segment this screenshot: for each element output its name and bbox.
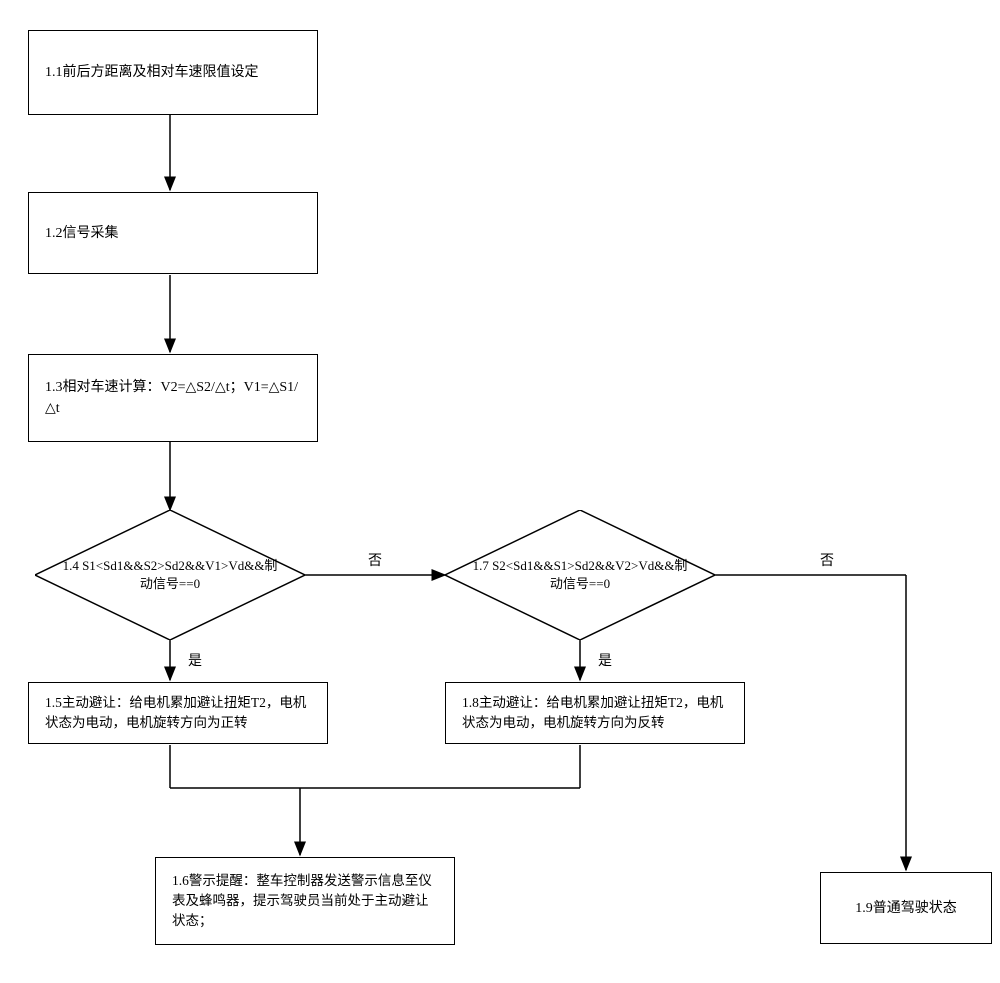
process-1-9: 1.9普通驾驶状态	[820, 872, 992, 944]
flowchart-container: 1.1前后方距离及相对车速限值设定 1.2信号采集 1.3相对车速计算：V2=△…	[0, 0, 1000, 983]
process-1-5: 1.5主动避让：给电机累加避让扭矩T2，电机状态为电动，电机旋转方向为正转	[28, 682, 328, 744]
process-1-6-text: 1.6警示提醒：整车控制器发送警示信息至仪表及蜂鸣器，提示驾驶员当前处于主动避让…	[172, 871, 438, 932]
process-1-5-text: 1.5主动避让：给电机累加避让扭矩T2，电机状态为电动，电机旋转方向为正转	[45, 693, 311, 734]
label-yes-1-4: 是	[188, 650, 202, 670]
process-1-1-text: 1.1前后方距离及相对车速限值设定	[45, 62, 259, 83]
process-1-3: 1.3相对车速计算：V2=△S2/△t；V1=△S1/△t	[28, 354, 318, 442]
connectors	[0, 0, 1000, 983]
decision-1-4-text: 1.4 S1<Sd1&&S2>Sd2&&V1>Vd&&制动信号==0	[62, 557, 278, 593]
process-1-2: 1.2信号采集	[28, 192, 318, 274]
decision-1-4: 1.4 S1<Sd1&&S2>Sd2&&V1>Vd&&制动信号==0	[35, 510, 305, 640]
label-no-1-7: 否	[820, 550, 834, 570]
process-1-8: 1.8主动避让：给电机累加避让扭矩T2，电机状态为电动，电机旋转方向为反转	[445, 682, 745, 744]
label-no-1-4: 否	[368, 550, 382, 570]
process-1-6: 1.6警示提醒：整车控制器发送警示信息至仪表及蜂鸣器，提示驾驶员当前处于主动避让…	[155, 857, 455, 945]
process-1-9-text: 1.9普通驾驶状态	[855, 898, 957, 919]
decision-1-7-text: 1.7 S2<Sd1&&S1>Sd2&&V2>Vd&&制动信号==0	[472, 557, 688, 593]
process-1-8-text: 1.8主动避让：给电机累加避让扭矩T2，电机状态为电动，电机旋转方向为反转	[462, 693, 728, 734]
process-1-3-text: 1.3相对车速计算：V2=△S2/△t；V1=△S1/△t	[45, 377, 301, 419]
process-1-1: 1.1前后方距离及相对车速限值设定	[28, 30, 318, 115]
label-yes-1-7: 是	[598, 650, 612, 670]
process-1-2-text: 1.2信号采集	[45, 223, 119, 244]
decision-1-7: 1.7 S2<Sd1&&S1>Sd2&&V2>Vd&&制动信号==0	[445, 510, 715, 640]
